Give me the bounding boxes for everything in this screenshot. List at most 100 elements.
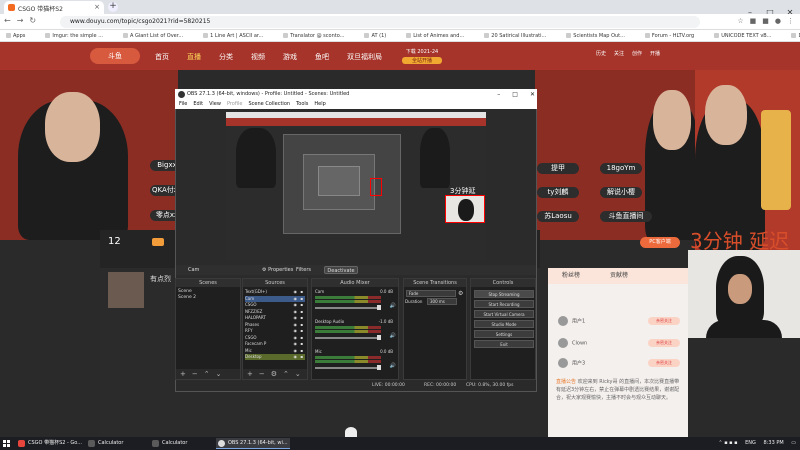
add-icon[interactable]: + [180,370,186,378]
site-nav-item[interactable]: 游戏 [283,53,297,61]
bookmark-item[interactable]: Forum - HLTV.org [644,33,704,39]
clock[interactable]: 8:33 PM [764,440,784,446]
source-item[interactable]: Mic ◉ ▪ [245,348,305,354]
volume-knob[interactable] [377,305,381,310]
lock-icon[interactable]: ▪ [300,341,303,347]
minimize-icon[interactable]: – [497,91,500,98]
lock-icon[interactable]: ▪ [300,302,303,308]
control-button[interactable]: Start Virtual Camera [474,310,534,318]
volume-slider[interactable] [315,367,381,369]
player-name[interactable]: 苏Laosu [537,211,579,222]
follow-button[interactable]: 亲密关注 [648,359,680,367]
bookmark-item[interactable]: Translator @ sconto... [283,33,354,39]
source-item[interactable]: Facecam P ◉ ▪ [245,341,305,347]
speaker-icon[interactable]: 🔊 [390,303,396,309]
bookmark-item[interactable]: Apps [6,33,35,39]
header-action[interactable]: 关注 [614,51,624,57]
source-item[interactable]: Desktop ◉ ▪ [245,354,305,360]
pc-client-button[interactable]: PC客户端 [640,237,680,248]
taskbar-calculator[interactable]: Calculator [150,438,214,449]
site-nav-item[interactable]: 首页 [155,53,169,61]
bookmark-item[interactable]: Imgur: the simple ... [45,33,113,39]
obs-menu-item[interactable]: File [179,101,187,107]
control-button[interactable]: Exit [474,340,534,348]
duration-input[interactable]: 300 ms [427,298,457,305]
scene-item[interactable]: Scene 2 [178,295,196,300]
lock-icon[interactable]: ▪ [300,296,303,302]
visibility-icon[interactable]: ◉ [294,322,298,328]
obs-menu-item[interactable]: Help [314,101,325,107]
deactivate-button[interactable]: Deactivate [324,266,358,274]
visibility-icon[interactable]: ◉ [294,335,298,341]
browser-tab[interactable]: CSGO 带猫杯S2 × [4,1,104,14]
control-button[interactable]: Stop Streaming [474,290,534,298]
bookmark-item[interactable]: List of Animes and... [406,33,474,39]
player-name[interactable]: ty刘麟 [537,187,579,198]
visibility-icon[interactable]: ◉ [294,296,298,302]
source-item[interactable]: Text(GDI+) ◉ ▪ [245,289,305,295]
obs-menu-item[interactable]: Edit [193,101,203,107]
follow-button[interactable]: 亲密关注 [648,317,680,325]
lock-icon[interactable]: ▪ [300,315,303,321]
room-thumbnail[interactable] [108,272,144,308]
reload-icon[interactable]: ↻ [29,16,36,25]
source-item[interactable]: NFZZ/EZ ◉ ▪ [245,309,305,315]
lock-icon[interactable]: ▪ [300,309,303,315]
control-button[interactable]: Studio Mode [474,320,534,328]
profile-icon[interactable]: ● [775,17,781,25]
up-icon[interactable]: ⌃ [283,370,289,378]
taskbar-obs[interactable]: OBS 27.1.3 (64-bit, wi... [216,438,290,449]
menu-icon[interactable]: ⋮ [787,17,794,25]
bookmark-item[interactable]: A Giant List of Over... [122,33,193,39]
promo-ad[interactable] [761,110,791,210]
maximize-icon[interactable]: □ [512,91,518,98]
back-icon[interactable]: ← [4,16,11,25]
visibility-icon[interactable]: ◉ [294,289,298,295]
extension-icon[interactable]: ■ [750,17,757,25]
extension-icon[interactable]: ■ [762,17,769,25]
transition-select[interactable]: Fade [406,290,456,297]
obs-menu-item[interactable]: View [209,101,221,107]
tray-icons[interactable]: ⌃ ▪ ▪ ▪ [718,440,737,446]
visibility-icon[interactable]: ◉ [294,354,298,360]
site-nav-item[interactable]: 双旦福利局 [347,53,382,61]
follow-button[interactable]: 亲密关注 [648,339,680,347]
chat-user-row[interactable]: 用户3 亲密关注 [558,358,680,368]
source-item[interactable]: CSGO ◉ ▪ [245,302,305,308]
up-icon[interactable]: ⌃ [204,370,210,378]
lock-icon[interactable]: ▪ [300,348,303,354]
obs-menu-item[interactable]: Profile [227,101,243,107]
notification-icon[interactable]: ▭ [791,440,796,446]
remove-icon[interactable]: − [259,370,265,378]
chat-user-row[interactable]: 用户1 亲密关注 [558,316,680,326]
visibility-icon[interactable]: ◉ [294,315,298,321]
lock-icon[interactable]: ▪ [300,289,303,295]
chat-tab[interactable]: 贡献榜 [610,272,628,279]
player-name[interactable]: 解说小樱 [600,187,642,198]
url-field[interactable]: www.douyu.com/topic/csgo2021?rid=5820215 [60,16,700,28]
chat-user-row[interactable]: Clown 亲密关注 [558,338,680,348]
site-nav-item[interactable]: 视频 [251,53,265,61]
control-button[interactable]: Start Recording [474,300,534,308]
promo[interactable]: 下载 2021-24 全站开播 [402,48,442,64]
source-item[interactable]: Phases ◉ ▪ [245,322,305,328]
taskbar-chrome[interactable]: CSGO 带猫杯S2 - Go... [16,438,86,449]
site-nav-item[interactable]: 分类 [219,53,233,61]
preview-cam-source[interactable] [445,195,485,223]
visibility-icon[interactable]: ◉ [294,348,298,354]
source-item[interactable]: Cam ◉ ▪ [245,295,305,302]
add-icon[interactable]: + [247,370,253,378]
down-icon[interactable]: ⌄ [295,370,301,378]
bookmark-item[interactable]: 1 Line Art | ASCII ar... [203,33,273,39]
taskbar-calculator[interactable]: Calculator [86,438,148,449]
lock-icon[interactable]: ▪ [300,354,303,360]
bookmark-item[interactable]: AT (1) [364,33,396,39]
bookmark-item[interactable]: UNICODE TEXT vB... [714,33,781,39]
language-indicator[interactable]: ENG [745,440,756,446]
volume-knob[interactable] [377,335,381,340]
forward-icon[interactable]: → [17,16,24,25]
source-item[interactable]: CSGO ◉ ▪ [245,335,305,341]
header-action[interactable]: 历史 [596,51,606,57]
douyu-logo[interactable]: 斗鱼 [90,48,140,64]
header-action[interactable]: 开播 [650,51,660,57]
